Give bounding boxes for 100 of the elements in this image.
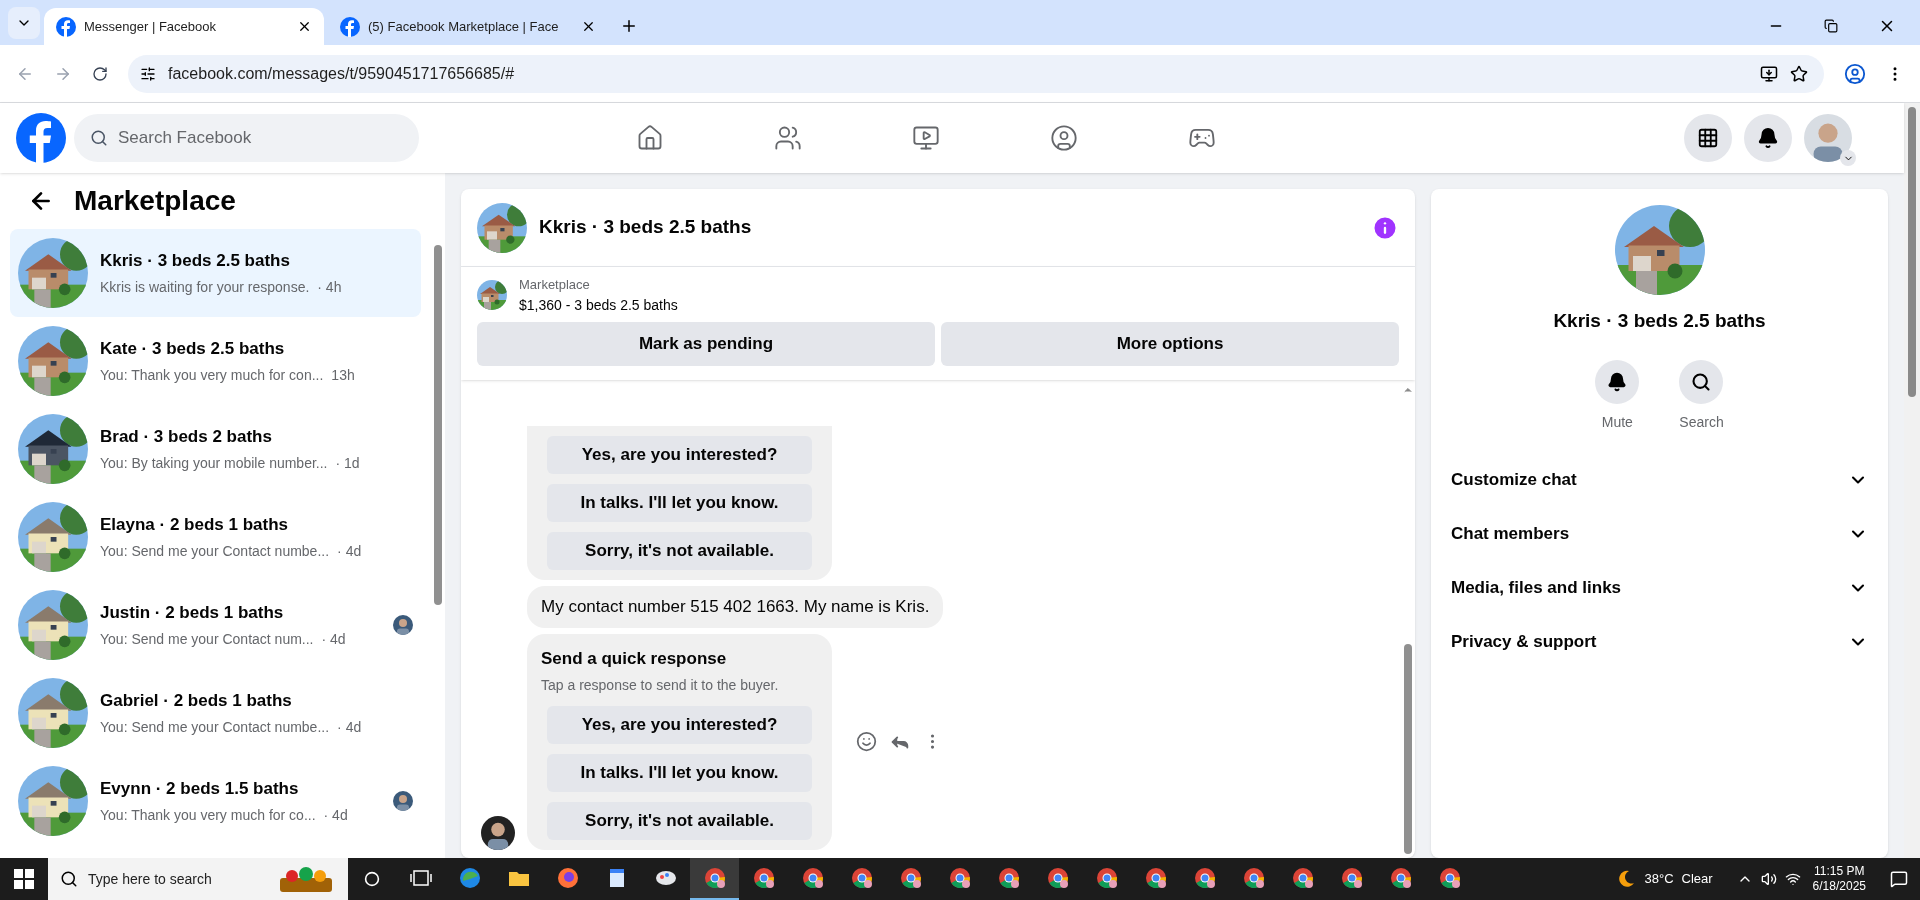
conversation-item[interactable]: Kate · 3 beds 2.5 baths You: Thank you very much for con... 13h (10, 317, 421, 405)
chrome-icon[interactable] (898, 866, 923, 890)
chrome-icon[interactable] (1241, 866, 1266, 890)
chrome-icon[interactable] (1094, 866, 1119, 890)
section-header[interactable]: Chat members (1451, 506, 1868, 561)
video-icon[interactable] (912, 124, 940, 152)
message-preview: You: Thank you very much for co... (100, 806, 316, 826)
conversation-item[interactable]: Kkris · 3 beds 2.5 baths Kkris is waiting for your response. · 4h (10, 229, 421, 317)
chrome-icon[interactable] (751, 866, 776, 890)
section-header[interactable]: Customize chat (1451, 452, 1868, 507)
conversation-title: Justin · 2 beds 1 baths (100, 601, 285, 624)
chrome-icon[interactable] (996, 866, 1021, 890)
tab-title: (5) Facebook Marketplace | Face (368, 17, 560, 36)
search-field[interactable]: Search Facebook (74, 114, 419, 162)
message-time: · 4d (337, 718, 362, 738)
install-icon[interactable] (1760, 64, 1778, 83)
windows-logo-icon[interactable] (14, 869, 34, 889)
conversation-item[interactable]: Evynn · 2 beds 1.5 baths You: Thank you very much for co... · 4d (10, 757, 421, 845)
network-icon[interactable] (1784, 871, 1801, 887)
browser-tab[interactable]: (5) Facebook Marketplace | Face (328, 8, 608, 45)
weather-moon-icon (1616, 869, 1637, 889)
menu-button[interactable] (1684, 114, 1732, 162)
scrollbar-thumb[interactable] (434, 245, 442, 605)
chrome-icon[interactable] (849, 866, 874, 890)
new-tab-icon[interactable] (620, 17, 638, 35)
tab-title: Messenger | Facebook (84, 17, 217, 36)
conversation-title: Evynn · 2 beds 1.5 baths (100, 777, 300, 800)
message-time: · 4d (321, 630, 346, 650)
message-preview: You: Send me your Contact num... (100, 630, 314, 650)
profile-icon[interactable] (1844, 62, 1866, 85)
group-icon[interactable] (1050, 124, 1078, 152)
page-scrollbar-thumb[interactable] (1908, 107, 1916, 397)
clock-date: 6/18/2025 (1812, 879, 1866, 894)
quick-response-button[interactable]: In talks. I'll let you know. (547, 754, 812, 792)
conversation-item[interactable]: Brad · 3 beds 2 baths You: By taking your mobile number... · 1d (10, 405, 421, 493)
chrome-icon[interactable] (702, 866, 727, 890)
taskbar-search-field[interactable]: Type here to search (48, 858, 348, 900)
section-header[interactable]: Media, files and links (1451, 560, 1868, 615)
chrome-icon[interactable] (1339, 866, 1364, 890)
chrome-icon[interactable] (1143, 866, 1168, 890)
restore-icon[interactable] (1824, 19, 1838, 33)
button-label: Search (1679, 412, 1724, 432)
chrome-icon[interactable] (800, 866, 825, 890)
action-button[interactable]: Mark as pending (477, 321, 935, 366)
chrome-icon[interactable] (1045, 866, 1070, 890)
quick-response-button[interactable]: Sorry, it's not available. (547, 802, 812, 840)
address-bar[interactable]: facebook.com/messages/t/9590451717656685/# (128, 54, 1824, 93)
close-icon[interactable] (581, 19, 596, 34)
conversation-title: Kkris · 3 beds 2.5 baths (100, 249, 291, 272)
fox-browser-icon[interactable] (555, 866, 580, 890)
chrome-icon[interactable] (1290, 866, 1315, 890)
message-preview: You: Send me your Contact numbe... (100, 542, 330, 562)
browser-tab[interactable]: Messenger | Facebook (44, 8, 324, 45)
smile-icon[interactable] (856, 731, 877, 753)
section-label: Customize chat (1451, 468, 1577, 491)
bell-icon (1607, 371, 1628, 392)
search-icon (1691, 371, 1712, 392)
account-caret[interactable] (1840, 150, 1856, 166)
button-label: Mute (1601, 412, 1633, 432)
quick-response-button[interactable]: Yes, are you interested? (547, 436, 812, 474)
scrollbar-thumb[interactable] (1404, 644, 1412, 854)
bookmark-icon[interactable] (1790, 64, 1808, 83)
chrome-icon[interactable] (947, 866, 972, 890)
message-preview: You: Thank you very much for con... (100, 366, 324, 386)
message-bubble: My contact number 515 402 1663. My name is Kris. (527, 586, 944, 628)
people-icon[interactable] (774, 124, 802, 152)
section-header[interactable]: Privacy & support (1451, 614, 1868, 669)
conversation-item[interactable]: Gabriel · 2 beds 1 baths You: Send me your Contact numbe... · 4d (10, 669, 421, 757)
section-label: Privacy & support (1451, 630, 1597, 653)
conversation-item[interactable]: Justin · 2 beds 1 baths You: Send me your Contact num... · 4d (10, 581, 421, 669)
chrome-icon[interactable] (1388, 866, 1413, 890)
notification-icon[interactable] (1890, 870, 1908, 888)
chat-title: Kkris · 3 beds 2.5 baths (539, 215, 753, 240)
speaker-icon[interactable] (1760, 871, 1777, 887)
chrome-icon[interactable] (1192, 866, 1217, 890)
message-time: · 1d (335, 454, 360, 474)
card-subtitle: Tap a response to send it to the buyer. (541, 676, 780, 695)
conversation-item[interactable]: Elayna · 2 beds 1 baths You: Send me your Contact numbe... · 4d (10, 493, 421, 581)
conversation-title: Brad · 3 beds 2 baths (100, 425, 273, 448)
search-icon (60, 870, 78, 888)
facebook-logo-icon[interactable] (16, 113, 66, 163)
tab-search-button[interactable] (8, 7, 40, 39)
sidebar-title: Marketplace (74, 184, 236, 218)
facebook-logo-icon (56, 16, 76, 37)
quick-response-button[interactable]: Sorry, it's not available. (547, 532, 812, 570)
action-button[interactable]: More options (941, 321, 1399, 366)
quick-response-button[interactable]: In talks. I'll let you know. (547, 484, 812, 522)
facebook-logo-icon (340, 16, 360, 37)
listing-source: Marketplace (519, 276, 591, 294)
message-preview: You: By taking your mobile number... (100, 454, 328, 474)
home-icon[interactable] (636, 124, 664, 152)
browser-wave-icon[interactable] (457, 866, 482, 890)
close-icon[interactable] (297, 19, 312, 34)
site-info-icon[interactable] (140, 65, 156, 82)
quick-response-button[interactable]: Yes, are you interested? (547, 706, 812, 744)
chrome-icon[interactable] (1437, 866, 1462, 890)
reload-icon[interactable] (92, 65, 108, 82)
circle-icon[interactable] (364, 871, 380, 887)
notifications-button[interactable] (1744, 114, 1792, 162)
conversation-title: Elayna · 2 beds 1 baths (100, 513, 289, 536)
